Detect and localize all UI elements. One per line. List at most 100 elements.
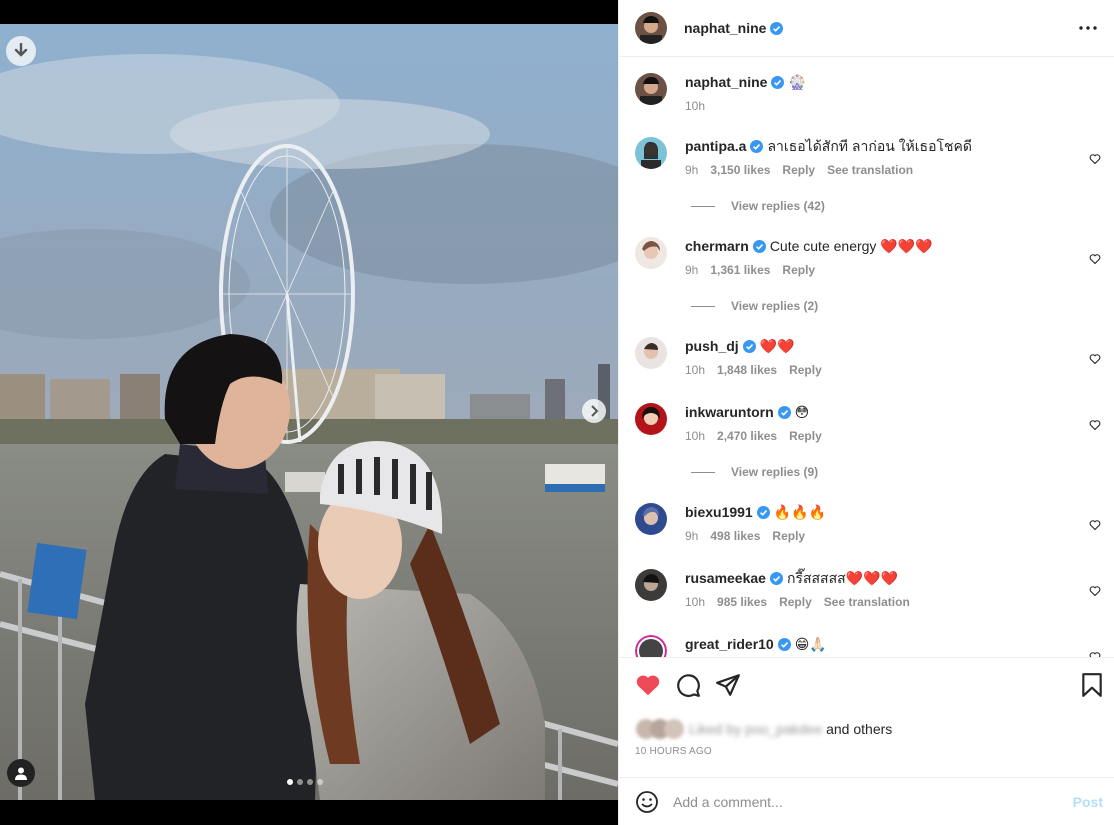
post-actions: Liked by poo_pakdee and others 10 HOURS …	[619, 657, 1114, 777]
verified-icon	[742, 340, 756, 353]
emoji-icon[interactable]	[635, 790, 659, 814]
download-button[interactable]	[6, 36, 36, 66]
see-translation-button[interactable]: See translation	[827, 163, 913, 177]
download-icon	[14, 43, 28, 57]
carousel-dot	[297, 779, 303, 785]
tagged-users-button[interactable]	[7, 759, 35, 787]
avatar[interactable]	[635, 337, 667, 369]
post-photo	[0, 24, 618, 800]
comment-composer: Post	[619, 777, 1114, 825]
comment-username[interactable]: pantipa.a	[685, 138, 746, 154]
comment-likes[interactable]: 1,361 likes	[710, 263, 770, 277]
comment-text: ลาเธอได้สักที ลาก่อน ให้เธอโชคดี	[767, 138, 972, 154]
carousel-dot	[307, 779, 313, 785]
verified-icon	[752, 240, 766, 253]
comment-likes[interactable]: 3,150 likes	[710, 163, 770, 177]
view-replies-label[interactable]: View replies (9)	[731, 465, 818, 479]
verified-icon	[756, 506, 770, 519]
verified-icon	[777, 638, 791, 651]
comment-likes[interactable]: 2,470 likes	[717, 429, 777, 443]
like-comment-icon[interactable]	[1089, 253, 1101, 265]
post-button[interactable]: Post	[1073, 794, 1103, 810]
post-timestamp: 10 HOURS AGO	[635, 746, 712, 757]
avatar[interactable]	[635, 137, 667, 169]
heart-icon[interactable]	[635, 672, 661, 698]
see-translation-button[interactable]: See translation	[824, 595, 910, 609]
comment-time[interactable]: 10h	[685, 429, 705, 443]
comments-list: naphat_nine 🎡 10h pantipa.a ลาเธอได้สักที …	[619, 57, 1114, 657]
and-others-link[interactable]: and others	[826, 721, 892, 737]
comment-username[interactable]: chermarn	[685, 238, 749, 254]
comment-time[interactable]: 10h	[685, 595, 705, 609]
reply-button[interactable]: Reply	[782, 263, 815, 277]
comment-username[interactable]: rusameekae	[685, 570, 766, 586]
verified-icon	[771, 76, 785, 89]
caption-username[interactable]: naphat_nine	[685, 74, 767, 90]
comment-time[interactable]: 9h	[685, 529, 698, 543]
replies-rule	[691, 305, 715, 307]
next-photo-button[interactable]	[582, 399, 606, 423]
replies-rule	[691, 471, 715, 473]
avatar[interactable]	[635, 503, 667, 535]
avatar[interactable]	[635, 237, 667, 269]
comment-text: กรี๊สสสสส❤️❤️❤️	[786, 570, 898, 586]
liker-avatars	[636, 719, 684, 739]
like-comment-icon[interactable]	[1089, 353, 1101, 365]
avatar[interactable]	[635, 635, 667, 657]
share-icon[interactable]	[715, 672, 741, 698]
like-comment-icon[interactable]	[1089, 519, 1101, 531]
verified-icon	[750, 140, 764, 153]
reply-button[interactable]: Reply	[772, 529, 805, 543]
comment-username[interactable]: push_dj	[685, 338, 739, 354]
avatar[interactable]	[635, 403, 667, 435]
comment-time[interactable]: 9h	[685, 163, 698, 177]
verified-icon	[769, 572, 783, 585]
post-side-panel: naphat_nine naphat_nine 🎡 10h pantipa.a ลา…	[618, 0, 1114, 825]
bookmark-icon[interactable]	[1079, 672, 1105, 698]
reply-button[interactable]: Reply	[789, 363, 822, 377]
post-media	[0, 0, 618, 825]
reply-button[interactable]: Reply	[782, 163, 815, 177]
more-icon	[1079, 26, 1097, 30]
view-replies-label[interactable]: View replies (2)	[731, 299, 818, 313]
view-replies-button[interactable]: View replies (42)	[691, 199, 825, 213]
comment-likes[interactable]: 985 likes	[717, 595, 767, 609]
comment-time[interactable]: 9h	[685, 263, 698, 277]
caption-time: 10h	[685, 99, 706, 113]
avatar[interactable]	[635, 569, 667, 601]
more-options-button[interactable]	[1076, 16, 1100, 40]
avatar[interactable]	[635, 12, 667, 44]
chevron-right-icon	[591, 405, 599, 417]
liked-by-text: Liked by poo_pakdee	[689, 721, 823, 737]
like-comment-icon[interactable]	[1089, 585, 1101, 597]
comment-text: Cute cute energy ❤️❤️❤️	[769, 238, 933, 254]
carousel-dot	[287, 779, 293, 785]
comment-input[interactable]	[673, 793, 1053, 810]
view-replies-button[interactable]: View replies (2)	[691, 299, 818, 313]
comment-username[interactable]: biexu1991	[685, 504, 753, 520]
comment-time[interactable]: 10h	[685, 363, 705, 377]
reply-button[interactable]: Reply	[789, 429, 822, 443]
likes-summary[interactable]: Liked by poo_pakdee and others	[635, 718, 892, 740]
like-comment-icon[interactable]	[1089, 419, 1101, 431]
view-replies-button[interactable]: View replies (9)	[691, 465, 818, 479]
post-header: naphat_nine	[619, 0, 1114, 57]
comment-likes[interactable]: 498 likes	[710, 529, 760, 543]
comment-username[interactable]: great_rider10	[685, 636, 774, 652]
author-username[interactable]: naphat_nine	[684, 20, 766, 36]
reply-button[interactable]: Reply	[779, 595, 812, 609]
comment-text: ❤️❤️	[759, 338, 795, 354]
comment-icon[interactable]	[675, 672, 701, 698]
like-comment-icon[interactable]	[1089, 153, 1101, 165]
carousel-dot	[317, 779, 323, 785]
replies-rule	[691, 205, 715, 207]
caption-text: 🎡	[788, 74, 806, 90]
comment-likes[interactable]: 1,848 likes	[717, 363, 777, 377]
avatar[interactable]	[635, 73, 667, 105]
view-replies-label[interactable]: View replies (42)	[731, 199, 825, 213]
comment-text: 😁🙏🏻	[794, 636, 827, 652]
comment-text: 😳	[794, 404, 810, 420]
user-tag-icon	[15, 767, 27, 780]
verified-icon	[770, 21, 784, 35]
comment-username[interactable]: inkwaruntorn	[685, 404, 774, 420]
